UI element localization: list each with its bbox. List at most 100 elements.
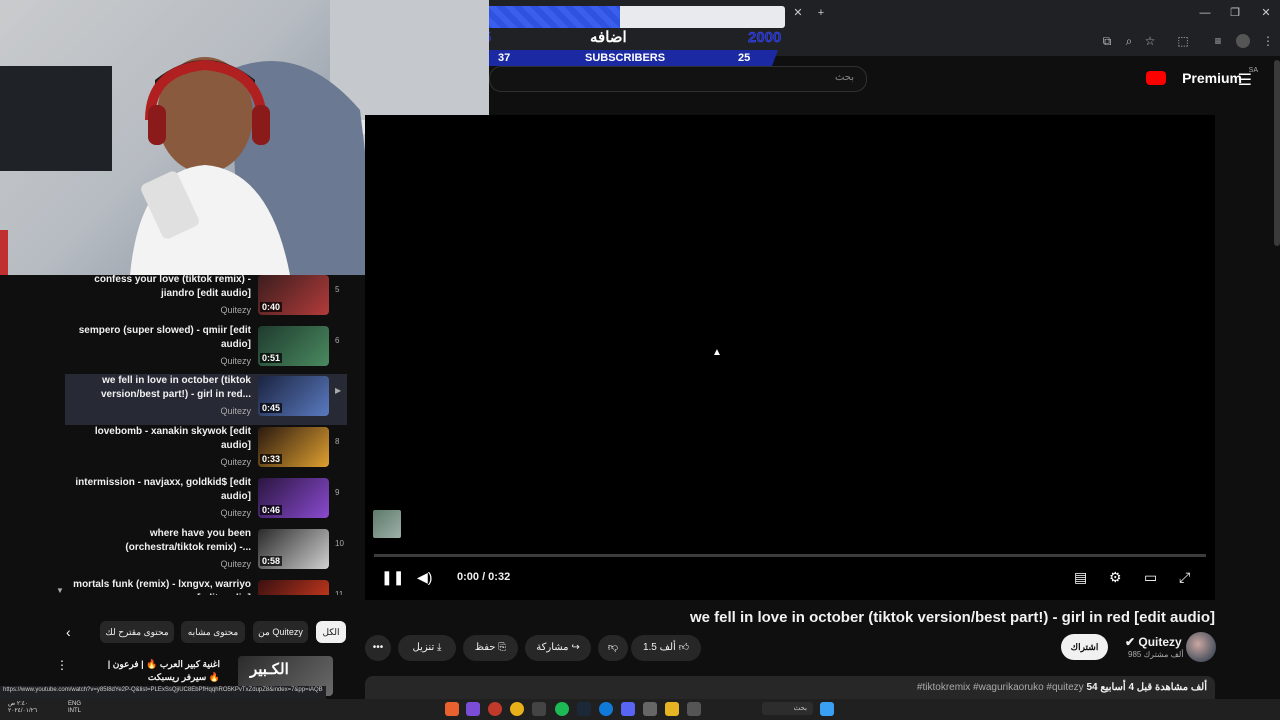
share-label: مشاركة bbox=[536, 642, 569, 653]
playlist-item[interactable]: lovebomb - xanakin skywok [edit audio] Qu… bbox=[65, 425, 347, 476]
playlist-item-thumbnail[interactable]: 0:40 bbox=[258, 275, 329, 315]
install-app-icon[interactable]: ⧉ bbox=[1100, 34, 1114, 48]
playlist-item-duration: 0:33 bbox=[260, 454, 283, 464]
language-indicator[interactable]: ENG INTL bbox=[68, 701, 81, 715]
subtitles-icon[interactable]: ▤ bbox=[1074, 570, 1087, 584]
hashtags[interactable]: #tiktokremix #wagurikaoruko #quitezy bbox=[917, 682, 1084, 693]
playlist-item-channel: Quitezy bbox=[220, 305, 251, 315]
playlist-item-index: 9 bbox=[335, 488, 340, 497]
lang-code: ENG bbox=[68, 701, 82, 707]
chip-from-channel[interactable]: من Quitezy bbox=[253, 621, 308, 643]
clock-time: ٢:٤٠ ص bbox=[8, 701, 29, 707]
playlist-item-channel: Quitezy bbox=[220, 559, 251, 569]
windows-start-icon[interactable] bbox=[820, 702, 834, 716]
views-line: 54 ألف مشاهدة قبل 4 أسابيع bbox=[1086, 682, 1207, 693]
chip-recommended[interactable]: محتوى مقترح لك bbox=[100, 621, 174, 643]
playlist-item-title: sempero (super slowed) - qmiir [edit aud… bbox=[78, 325, 251, 350]
app-icon-2[interactable] bbox=[466, 702, 480, 716]
terminal-icon[interactable] bbox=[532, 702, 546, 716]
share-button[interactable]: مشاركة ↪ bbox=[525, 635, 591, 661]
taskbar-clock[interactable]: ٢:٤٠ ص ٢٠٢٤/٠١/٢٦ bbox=[8, 701, 37, 715]
edge-icon[interactable] bbox=[599, 702, 613, 716]
bookmark-star-icon[interactable]: ☆ bbox=[1143, 34, 1157, 48]
close-window-icon[interactable]: ✕ bbox=[1258, 6, 1274, 20]
obs-icon[interactable] bbox=[488, 702, 502, 716]
playlist-item-thumbnail[interactable] bbox=[258, 580, 329, 595]
playlist-item-thumbnail[interactable]: 0:33 bbox=[258, 427, 329, 467]
pause-icon[interactable]: ❚❚ bbox=[381, 570, 404, 584]
download-button[interactable]: تنزيل ⤓ bbox=[398, 635, 456, 661]
subscribe-button[interactable]: اشتراك bbox=[1061, 634, 1108, 660]
browser-tab[interactable] bbox=[467, 6, 785, 28]
search-input[interactable]: بحث bbox=[489, 66, 867, 92]
more-actions-button[interactable]: ••• bbox=[365, 635, 391, 661]
playlist-item-thumbnail[interactable]: 0:58 bbox=[258, 529, 329, 569]
new-tab-icon[interactable]: + bbox=[813, 6, 829, 20]
zoom-icon[interactable]: ⌕ bbox=[1122, 34, 1136, 48]
reading-list-icon[interactable]: ≡ bbox=[1211, 34, 1225, 48]
playlist-item[interactable]: where have you been (orchestra/tiktok re… bbox=[65, 527, 347, 578]
taskbar-search[interactable]: بحث bbox=[762, 702, 813, 715]
status-url: https://www.youtube.com/watch?v=y85I8dYe… bbox=[0, 686, 326, 700]
discord-icon[interactable] bbox=[621, 702, 635, 716]
like-count: 1.5 ألف bbox=[642, 642, 676, 653]
page-scrollbar[interactable] bbox=[1274, 60, 1280, 246]
chips-prev-icon[interactable]: ‹ bbox=[66, 624, 71, 640]
download-label: تنزيل bbox=[412, 642, 435, 653]
file-explorer-icon[interactable] bbox=[665, 702, 679, 716]
close-tab-icon[interactable]: ✕ bbox=[790, 6, 806, 20]
playlist-item-thumbnail[interactable]: 0:46 bbox=[258, 478, 329, 518]
premium-logo-text[interactable]: Premium bbox=[1182, 70, 1242, 86]
channel-name[interactable]: ✔ Quitezy bbox=[1125, 635, 1182, 649]
video-player[interactable] bbox=[365, 115, 1215, 600]
playlist-scroll-down-icon[interactable]: ▼ bbox=[56, 586, 64, 595]
chip-related[interactable]: محتوى مشابه bbox=[181, 621, 245, 643]
recommendation-menu-icon[interactable]: ⋮ bbox=[56, 658, 68, 672]
verified-icon: ✔ bbox=[1125, 635, 1139, 649]
fullscreen-icon[interactable]: ⤢ bbox=[1179, 570, 1190, 584]
recommendation-thumb-text: الكـبير bbox=[250, 661, 289, 678]
dislike-button[interactable]: 👎︎ bbox=[598, 635, 628, 661]
playlist-item-duration: 0:45 bbox=[260, 403, 283, 413]
save-button[interactable]: حفظ ⎘ bbox=[463, 635, 518, 661]
browser-menu-icon[interactable]: ⋮ bbox=[1261, 34, 1275, 48]
theater-mode-icon[interactable]: ▭ bbox=[1144, 570, 1157, 584]
playlist-item[interactable]: confess your love (tiktok remix) - jiand… bbox=[65, 275, 347, 324]
spotify-icon[interactable] bbox=[555, 702, 569, 716]
maximize-icon[interactable]: ❐ bbox=[1227, 6, 1243, 20]
playlist-item-index: 8 bbox=[335, 437, 340, 446]
channel-watermark[interactable] bbox=[373, 510, 401, 538]
extensions-icon[interactable]: ⬚ bbox=[1176, 34, 1190, 48]
profile-avatar[interactable] bbox=[1236, 34, 1250, 48]
app-icon-10[interactable] bbox=[643, 702, 657, 716]
video-progress-bar[interactable] bbox=[374, 554, 1206, 557]
playlist-item[interactable]: sempero (super slowed) - qmiir [edit aud… bbox=[65, 324, 347, 375]
playlist-item-thumbnail[interactable]: 0:51 bbox=[258, 326, 329, 366]
volume-icon[interactable]: ◀) bbox=[417, 570, 432, 584]
taskbar-search-label: بحث bbox=[793, 705, 807, 712]
time-display: 0:00 / 0:32 bbox=[457, 571, 511, 583]
youtube-logo-icon[interactable] bbox=[1146, 71, 1166, 85]
playlist-item[interactable]: we fell in love in october (tiktok versi… bbox=[65, 374, 347, 425]
recommendation-title[interactable]: اغنية كبير العرب 🔥 | فرعون | سيرفر ريسبك… bbox=[84, 658, 220, 684]
lang-layout: INTL bbox=[68, 708, 82, 714]
chrome-icon[interactable] bbox=[510, 702, 524, 716]
like-button[interactable]: 1.5 ألف 👍︎ bbox=[631, 635, 701, 661]
task-view-icon[interactable] bbox=[687, 702, 701, 716]
playlist-item-title: we fell in love in october (tiktok versi… bbox=[100, 375, 251, 400]
chip-all[interactable]: الكل bbox=[316, 621, 346, 643]
steam-icon[interactable] bbox=[577, 702, 591, 716]
playlist-item-title: lovebomb - xanakin skywok [edit audio] bbox=[94, 426, 251, 451]
more-horizontal-icon: ••• bbox=[372, 642, 384, 653]
playlist-item-channel: Quitezy bbox=[220, 508, 251, 518]
hamburger-menu-icon[interactable]: ☰ bbox=[1238, 70, 1252, 90]
playlist-item-index: 6 bbox=[335, 336, 340, 345]
playlist-item-thumbnail[interactable]: 0:45 bbox=[258, 376, 329, 416]
settings-gear-icon[interactable]: ⚙ bbox=[1109, 570, 1122, 584]
playlist-item[interactable]: intermission - navjaxx, goldkid$ [edit a… bbox=[65, 476, 347, 527]
channel-avatar[interactable] bbox=[1186, 632, 1216, 662]
minimize-icon[interactable]: — bbox=[1197, 6, 1213, 20]
app-icon-1[interactable] bbox=[445, 702, 459, 716]
playlist-item[interactable]: mortals funk (remix) - lxngvx, warriyo [… bbox=[65, 578, 347, 595]
overlay-label: اضافه bbox=[590, 29, 627, 46]
